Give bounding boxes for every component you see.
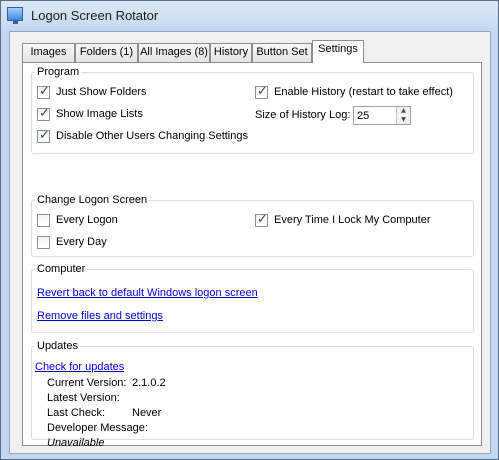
- checkbox-checked[interactable]: [37, 84, 50, 99]
- every-lock-label: Every Time I Lock My Computer: [274, 214, 431, 226]
- tab-all-images[interactable]: All Images (8): [138, 43, 210, 62]
- checkbox-checked[interactable]: [37, 106, 50, 121]
- spin-up-icon[interactable]: ▲: [397, 107, 410, 115]
- revert-default-logon-link[interactable]: Revert back to default Windows logon scr…: [37, 287, 258, 299]
- check-for-updates-link[interactable]: Check for updates: [35, 361, 124, 373]
- developer-message-value: Unavailable: [47, 437, 105, 449]
- spin-down-icon[interactable]: ▼: [397, 116, 410, 124]
- monitor-icon: [7, 7, 23, 24]
- dialog-client-area: Images (0) Folders (1) All Images (8) Hi…: [9, 31, 491, 454]
- history-size-input[interactable]: [354, 107, 396, 124]
- checkbox-checked[interactable]: [255, 212, 268, 227]
- window-title: Logon Screen Rotator: [31, 8, 159, 23]
- every-lock-checkbox[interactable]: Every Time I Lock My Computer: [255, 212, 431, 227]
- program-legend: Program: [37, 66, 80, 78]
- every-day-checkbox[interactable]: Every Day: [37, 235, 107, 249]
- tab-settings[interactable]: Settings: [312, 40, 364, 63]
- checkbox-unchecked[interactable]: [37, 235, 50, 249]
- history-size-label: Size of History Log:: [255, 109, 351, 121]
- current-version-value: 2.1.0.2: [132, 377, 166, 389]
- spinner-arrows[interactable]: ▲ ▼: [396, 107, 410, 124]
- tab-images[interactable]: Images (0): [22, 43, 75, 75]
- tab-button-set[interactable]: Button Set: [252, 43, 312, 62]
- tab-history[interactable]: History: [210, 43, 252, 62]
- enable-history-label: Enable History (restart to take effect): [274, 86, 453, 98]
- checkbox-unchecked[interactable]: [37, 213, 50, 227]
- checkbox-checked[interactable]: [37, 128, 50, 143]
- every-day-label: Every Day: [56, 236, 107, 248]
- app-window: Logon Screen Rotator Images (0) Folders …: [0, 0, 499, 460]
- enable-history-checkbox[interactable]: Enable History (restart to take effect): [255, 84, 453, 99]
- last-check-value: Never: [132, 407, 162, 419]
- computer-legend: Computer: [37, 263, 86, 275]
- history-size-spinner[interactable]: ▲ ▼: [353, 106, 411, 125]
- every-logon-checkbox[interactable]: Every Logon: [37, 213, 118, 227]
- just-show-folders-checkbox[interactable]: Just Show Folders: [37, 84, 147, 99]
- disable-other-users-label: Disable Other Users Changing Settings: [56, 130, 248, 142]
- checkbox-checked[interactable]: [255, 84, 268, 99]
- disable-other-users-checkbox[interactable]: Disable Other Users Changing Settings: [37, 128, 248, 143]
- last-check-label: Last Check:: [47, 407, 106, 419]
- every-logon-label: Every Logon: [56, 214, 118, 226]
- remove-files-settings-link[interactable]: Remove files and settings: [37, 310, 163, 322]
- change-logon-legend: Change Logon Screen: [37, 194, 148, 206]
- settings-panel: Program Just Show Folders Show Image Lis…: [22, 62, 482, 449]
- developer-message-label: Developer Message:: [47, 422, 148, 434]
- updates-legend: Updates: [37, 340, 78, 352]
- just-show-folders-label: Just Show Folders: [56, 86, 147, 98]
- current-version-label: Current Version:: [47, 377, 127, 389]
- show-image-lists-checkbox[interactable]: Show Image Lists: [37, 106, 143, 121]
- tab-folders[interactable]: Folders (1): [75, 43, 138, 62]
- show-image-lists-label: Show Image Lists: [56, 108, 143, 120]
- latest-version-label: Latest Version:: [47, 392, 120, 404]
- title-bar[interactable]: Logon Screen Rotator: [1, 1, 498, 31]
